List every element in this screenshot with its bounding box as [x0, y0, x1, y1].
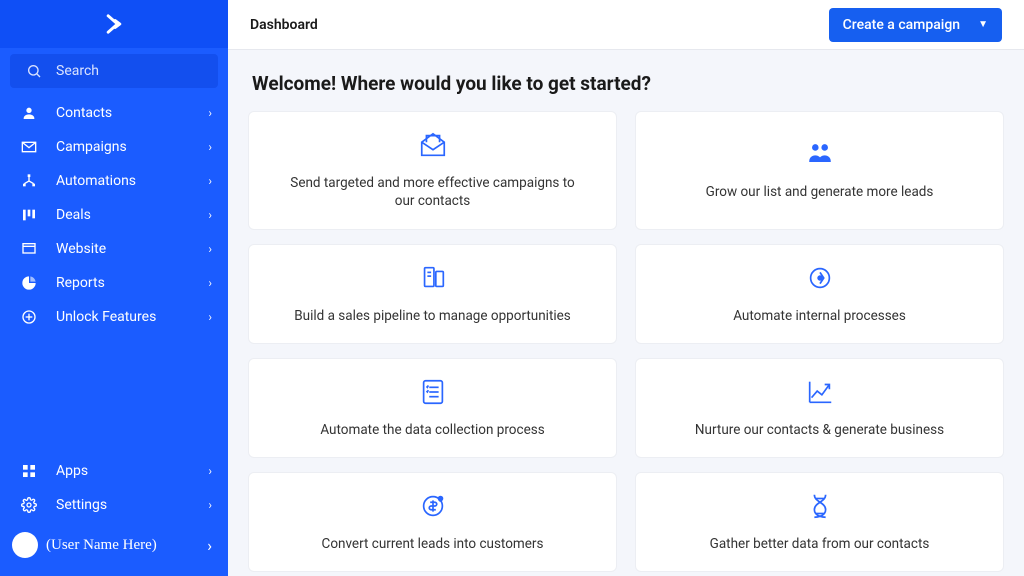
sidebar-item-apps[interactable]: Apps ›: [0, 454, 228, 488]
nav-label: Apps: [56, 463, 208, 479]
sidebar-item-campaigns[interactable]: Campaigns ›: [0, 130, 228, 164]
chevron-right-icon: ›: [208, 106, 212, 120]
envelope-icon: [20, 139, 38, 155]
sidebar: Search Contacts › Campaigns ›: [0, 0, 228, 576]
card-grow-list[interactable]: Grow our list and generate more leads: [635, 111, 1004, 229]
browser-icon: [20, 241, 38, 257]
card-text: Build a sales pipeline to manage opportu…: [294, 307, 571, 325]
topbar: Dashboard Create a campaign ▼: [228, 0, 1024, 50]
cards-grid: Send targeted and more effective campaig…: [248, 111, 1004, 572]
nav-label: Deals: [56, 207, 208, 223]
search-label: Search: [56, 63, 99, 79]
main: Dashboard Create a campaign ▼ Welcome! W…: [228, 0, 1024, 576]
automation-icon: [20, 173, 38, 189]
sidebar-item-automations[interactable]: Automations ›: [0, 164, 228, 198]
create-campaign-button[interactable]: Create a campaign ▼: [829, 8, 1002, 42]
chevron-right-icon: ›: [208, 174, 212, 188]
nav-label: Unlock Features: [56, 309, 208, 325]
card-data-collection[interactable]: Automate the data collection process: [248, 358, 617, 458]
sidebar-item-contacts[interactable]: Contacts ›: [0, 96, 228, 130]
chevron-right-icon: ›: [208, 310, 212, 324]
cycle-icon: [805, 263, 835, 297]
sidebar-item-reports[interactable]: Reports ›: [0, 266, 228, 300]
plus-circle-icon: [20, 309, 38, 325]
cta-label: Create a campaign: [843, 17, 960, 33]
user-name: (User Name Here): [46, 537, 199, 554]
card-text: Automate the data collection process: [320, 421, 544, 439]
nav-label: Automations: [56, 173, 208, 189]
people-icon: [805, 139, 835, 173]
chevron-right-icon: ›: [207, 536, 212, 555]
search-input[interactable]: Search: [10, 54, 218, 88]
card-text: Gather better data from our contacts: [710, 535, 930, 553]
apps-icon: [20, 463, 38, 479]
nav-label: Reports: [56, 275, 208, 291]
card-text: Grow our list and generate more leads: [706, 183, 934, 201]
chevron-right-icon: ›: [208, 498, 212, 512]
card-sales-pipeline[interactable]: Build a sales pipeline to manage opportu…: [248, 244, 617, 344]
avatar: [12, 532, 38, 558]
sidebar-item-unlock-features[interactable]: Unlock Features ›: [0, 300, 228, 334]
sidebar-item-website[interactable]: Website ›: [0, 232, 228, 266]
nav-list: Contacts › Campaigns › Automations ›: [0, 92, 228, 338]
svg-text:+: +: [439, 498, 442, 503]
card-convert-leads[interactable]: + Convert current leads into customers: [248, 472, 617, 572]
growth-chart-icon: [805, 377, 835, 411]
chevron-right-icon: ›: [208, 208, 212, 222]
chevron-right-icon: ›: [208, 276, 212, 290]
nav-label: Contacts: [56, 105, 208, 121]
dna-icon: [805, 491, 835, 525]
checklist-icon: [418, 377, 448, 411]
card-automate-processes[interactable]: Automate internal processes: [635, 244, 1004, 344]
sidebar-item-settings[interactable]: Settings ›: [0, 488, 228, 522]
sidebar-bottom: Apps › Settings › (User Name Here) ›: [0, 450, 228, 576]
card-text: Automate internal processes: [733, 307, 906, 325]
envelope-open-icon: [418, 130, 448, 164]
caret-down-icon: ▼: [978, 19, 988, 30]
nav-label: Settings: [56, 497, 208, 513]
pie-chart-icon: [20, 275, 38, 291]
card-send-campaigns[interactable]: Send targeted and more effective campaig…: [248, 111, 617, 229]
user-menu[interactable]: (User Name Here) ›: [0, 526, 228, 570]
card-text: Nurture our contacts & generate business: [695, 421, 944, 439]
search-icon: [26, 63, 42, 79]
gear-icon: [20, 497, 38, 513]
dollar-circle-icon: +: [418, 491, 448, 525]
card-text: Convert current leads into customers: [322, 535, 544, 553]
brand-logo[interactable]: [0, 0, 228, 48]
chevron-right-icon: ›: [208, 242, 212, 256]
card-gather-data[interactable]: Gather better data from our contacts: [635, 472, 1004, 572]
sidebar-item-deals[interactable]: Deals ›: [0, 198, 228, 232]
chevron-right-icon: ›: [208, 464, 212, 478]
content: Welcome! Where would you like to get sta…: [228, 50, 1024, 576]
person-icon: [20, 105, 38, 121]
chevron-right-icon: ›: [208, 140, 212, 154]
card-nurture-contacts[interactable]: Nurture our contacts & generate business: [635, 358, 1004, 458]
card-text: Send targeted and more effective campaig…: [279, 174, 586, 210]
welcome-heading: Welcome! Where would you like to get sta…: [248, 72, 1004, 95]
nav-label: Campaigns: [56, 139, 208, 155]
devices-icon: [418, 263, 448, 297]
nav-label: Website: [56, 241, 208, 257]
kanban-icon: [20, 207, 38, 223]
page-title: Dashboard: [250, 17, 318, 33]
